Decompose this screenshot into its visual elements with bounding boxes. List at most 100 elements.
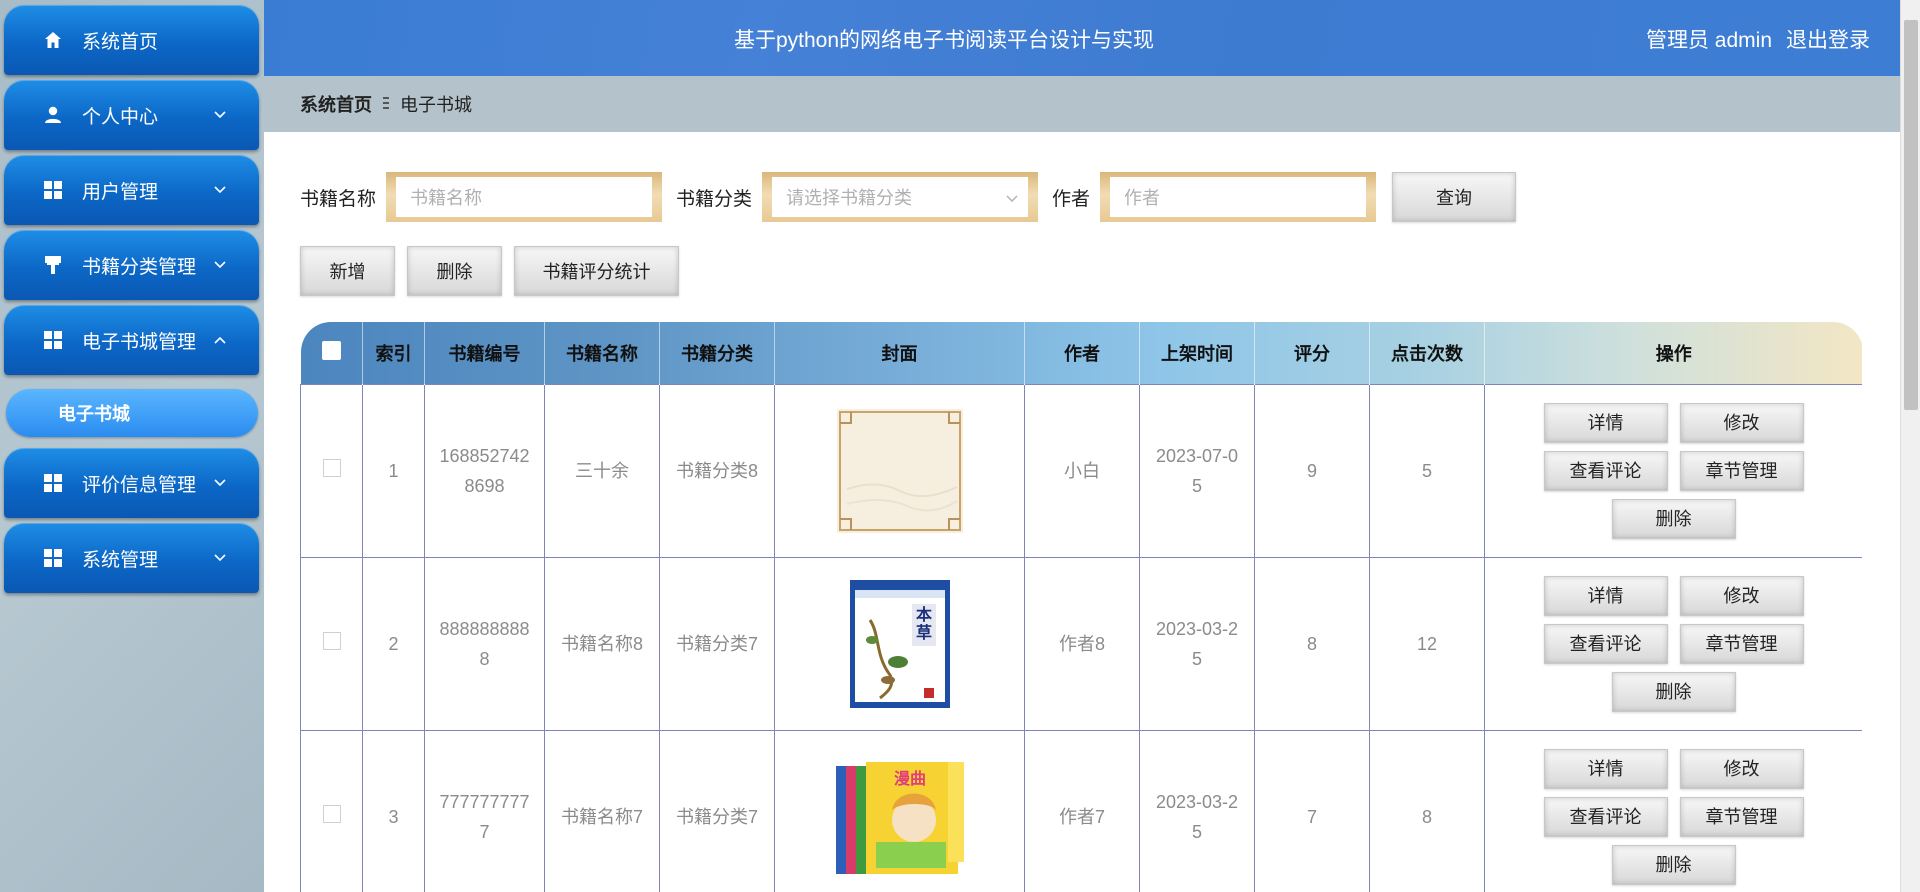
sidebar-item-label: 系统首页 — [82, 31, 159, 53]
page-scrollbar[interactable] — [1900, 0, 1920, 892]
action-row: 新增 删除 书籍评分统计 — [300, 246, 679, 296]
logout-link[interactable]: 退出登录 — [1786, 24, 1870, 54]
book-name-input[interactable]: 书籍名称 — [386, 172, 663, 222]
cover-image: 本 草 — [849, 579, 950, 708]
edit-button[interactable]: 修改 — [1679, 575, 1804, 616]
cell-author: 作者7 — [1024, 729, 1140, 892]
chapter-manage-button[interactable]: 章节管理 — [1679, 796, 1804, 837]
home-icon — [42, 29, 64, 51]
view-comments-button[interactable]: 查看评论 — [1543, 796, 1668, 837]
svg-text:本: 本 — [915, 605, 931, 624]
author-placeholder: 作者 — [1110, 177, 1367, 217]
books-table: 索引 书籍编号 书籍名称 书籍分类 封面 作者 上架时间 评分 点击次数 操作 … — [300, 322, 1862, 892]
book-name-label: 书籍名称 — [300, 188, 377, 210]
column-header: 评分 — [1254, 322, 1370, 384]
sidebar-item-system[interactable]: 系统管理 — [4, 523, 259, 593]
sidebar-item-label: 书籍分类管理 — [82, 256, 197, 278]
row-delete-button[interactable]: 删除 — [1611, 844, 1736, 885]
sidebar-item-label: 电子书城管理 — [82, 331, 197, 353]
cell-category: 书籍分类7 — [659, 729, 775, 892]
breadcrumb-separator-icon — [382, 96, 390, 113]
table-header: 索引 书籍编号 书籍名称 书籍分类 封面 作者 上架时间 评分 点击次数 操作 — [300, 322, 1862, 384]
cell-category: 书籍分类8 — [659, 383, 775, 558]
grid-icon — [42, 472, 64, 494]
view-comments-button[interactable]: 查看评论 — [1543, 450, 1668, 491]
sidebar: 系统首页 个人中心 用户管理 书籍分类管理 电子书城管理 电子书城 评价信息管理… — [0, 0, 264, 892]
column-header: 书籍编号 — [424, 322, 545, 384]
query-button[interactable]: 查询 — [1392, 172, 1517, 222]
sidebar-item-label: 个人中心 — [82, 106, 159, 128]
cell-book-name: 书籍名称8 — [544, 556, 660, 731]
author-input[interactable]: 作者 — [1100, 172, 1377, 222]
cell-author: 小白 — [1024, 383, 1140, 558]
add-button[interactable]: 新增 — [300, 246, 395, 296]
breadcrumb-home[interactable]: 系统首页 — [300, 91, 372, 117]
cell-book-id: 7777777777 — [424, 729, 545, 892]
sidebar-subitem-ebook-mall[interactable]: 电子书城 — [6, 389, 258, 437]
search-bar: 书籍名称 书籍名称 书籍分类 请选择书籍分类 作者 作者 查询 — [300, 172, 1517, 222]
cell-clicks: 8 — [1369, 729, 1485, 892]
grid-icon — [42, 179, 64, 201]
row-delete-button[interactable]: 删除 — [1611, 671, 1736, 712]
select-all-checkbox[interactable] — [321, 340, 341, 360]
row-select-cell — [300, 383, 363, 558]
sidebar-item-ebook-mall[interactable]: 电子书城管理 — [4, 305, 259, 375]
cell-index: 3 — [362, 729, 425, 892]
cell-book-name: 书籍名称7 — [544, 729, 660, 892]
sidebar-item-personal[interactable]: 个人中心 — [4, 80, 259, 150]
cell-time: 2023-07-05 — [1139, 383, 1255, 558]
cell-score: 8 — [1254, 556, 1370, 731]
detail-button[interactable]: 详情 — [1543, 575, 1668, 616]
table-row: 3 7777777777 书籍名称7 书籍分类7 漫曲 作者7 2023-03-… — [300, 729, 1862, 892]
sidebar-item-home[interactable]: 系统首页 — [4, 5, 259, 75]
grid-icon — [42, 547, 64, 569]
cell-score: 9 — [1254, 383, 1370, 558]
cell-score: 7 — [1254, 729, 1370, 892]
row-delete-button[interactable]: 删除 — [1611, 498, 1736, 539]
sidebar-item-users[interactable]: 用户管理 — [4, 155, 259, 225]
cover-image — [836, 408, 963, 533]
main-content: 书籍名称 书籍名称 书籍分类 请选择书籍分类 作者 作者 查询 新增 删除 书籍… — [264, 132, 1900, 892]
scrollbar-thumb[interactable] — [1904, 20, 1918, 410]
table-row: 1 1688527428698 三十余 书籍分类8 小白 2023-07-05 … — [300, 383, 1862, 558]
author-label: 作者 — [1052, 188, 1091, 210]
cell-actions: 详情 修改 查看评论 章节管理 删除 — [1484, 383, 1862, 558]
cell-cover: 漫曲 — [774, 729, 1025, 892]
sidebar-item-book-category[interactable]: 书籍分类管理 — [4, 230, 259, 300]
chapter-manage-button[interactable]: 章节管理 — [1679, 450, 1804, 491]
cell-book-name: 三十余 — [544, 383, 660, 558]
svg-text:草: 草 — [915, 623, 931, 642]
user-icon — [42, 104, 64, 126]
select-all-cell — [300, 322, 363, 384]
row-checkbox[interactable] — [322, 458, 341, 477]
edit-button[interactable]: 修改 — [1679, 748, 1804, 789]
chevron-down-icon — [213, 258, 227, 272]
sidebar-item-label: 评价信息管理 — [82, 474, 197, 496]
chapter-manage-button[interactable]: 章节管理 — [1679, 623, 1804, 664]
view-comments-button[interactable]: 查看评论 — [1543, 623, 1668, 664]
cell-clicks: 12 — [1369, 556, 1485, 731]
row-checkbox[interactable] — [322, 631, 341, 650]
edit-button[interactable]: 修改 — [1679, 402, 1804, 443]
column-header: 操作 — [1655, 343, 1692, 364]
row-select-cell — [300, 556, 363, 731]
cell-actions: 详情 修改 查看评论 章节管理 删除 — [1484, 556, 1862, 731]
book-category-select[interactable]: 请选择书籍分类 — [762, 172, 1039, 222]
column-header: 作者 — [1024, 322, 1140, 384]
delete-button[interactable]: 删除 — [407, 246, 502, 296]
sidebar-item-label: 系统管理 — [82, 549, 159, 571]
detail-button[interactable]: 详情 — [1543, 402, 1668, 443]
sidebar-item-reviews[interactable]: 评价信息管理 — [4, 448, 259, 518]
column-header: 上架时间 — [1139, 322, 1255, 384]
cell-index: 1 — [362, 383, 425, 558]
rating-stats-button[interactable]: 书籍评分统计 — [514, 246, 679, 296]
detail-button[interactable]: 详情 — [1543, 748, 1668, 789]
book-category-label: 书籍分类 — [676, 188, 753, 210]
row-checkbox[interactable] — [322, 804, 341, 823]
cell-time: 2023-03-25 — [1139, 729, 1255, 892]
grid-icon — [42, 329, 64, 351]
cell-index: 2 — [362, 556, 425, 731]
column-header: 书籍名称 — [544, 322, 660, 384]
cell-clicks: 5 — [1369, 383, 1485, 558]
chevron-down-icon — [213, 183, 227, 197]
